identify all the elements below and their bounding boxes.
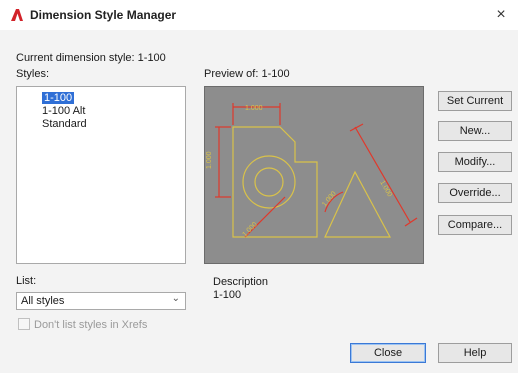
description-value: 1-100: [213, 289, 242, 301]
style-item-label: 1-100: [42, 92, 75, 104]
xref-checkbox[interactable]: [18, 318, 30, 330]
dim-text-left: 1.000: [206, 151, 213, 169]
compare-button[interactable]: Compare...: [438, 215, 512, 235]
dim-text-top: 1.000: [245, 105, 263, 112]
list-filter-value: All styles: [21, 295, 65, 307]
title-bar[interactable]: Dimension Style Manager ×: [0, 0, 518, 30]
dim-text-angle: 1.000: [321, 190, 338, 208]
style-item-standard[interactable]: Standard: [42, 118, 185, 131]
style-item-1-100-alt[interactable]: 1-100 Alt: [42, 105, 185, 118]
xref-checkbox-row[interactable]: Don't list styles in Xrefs: [18, 318, 147, 331]
new-button[interactable]: New...: [438, 121, 512, 141]
close-icon[interactable]: ×: [492, 6, 510, 24]
list-filter-dropdown[interactable]: All styles ⌄: [16, 292, 186, 310]
description-label: Description: [213, 276, 269, 288]
dim-text-radius: 1.000: [241, 221, 258, 238]
dimension-style-manager-dialog: Dimension Style Manager × Current dimens…: [0, 0, 518, 373]
style-item-label: Standard: [42, 118, 87, 130]
preview-dimension-texts: 1.000 1.000 1.000 1.000 1.000: [206, 105, 393, 238]
list-label: List:: [16, 275, 37, 287]
dimension-preview: 1.000 1.000 1.000 1.000 1.000: [204, 86, 424, 264]
override-button[interactable]: Override...: [438, 183, 512, 203]
preview-label: Preview of: 1-100: [204, 68, 290, 80]
preview-geometry: [232, 126, 392, 238]
styles-listbox[interactable]: 1-100 1-100 Alt Standard: [16, 86, 186, 264]
styles-label: Styles:: [16, 68, 50, 80]
help-button[interactable]: Help: [438, 343, 512, 363]
xref-checkbox-label: Don't list styles in Xrefs: [34, 319, 148, 331]
autocad-a-icon: [11, 9, 23, 21]
chevron-down-icon: ⌄: [171, 293, 180, 304]
current-style-label: Current dimension style: 1-100: [16, 52, 166, 64]
close-button[interactable]: Close: [350, 343, 426, 363]
window-title: Dimension Style Manager: [30, 8, 177, 22]
style-item-label: 1-100 Alt: [42, 105, 86, 117]
set-current-button[interactable]: Set Current: [438, 91, 512, 111]
style-item-1-100[interactable]: 1-100: [42, 92, 185, 105]
modify-button[interactable]: Modify...: [438, 152, 512, 172]
preview-drawing: 1.000 1.000 1.000 1.000 1.000: [206, 103, 418, 238]
